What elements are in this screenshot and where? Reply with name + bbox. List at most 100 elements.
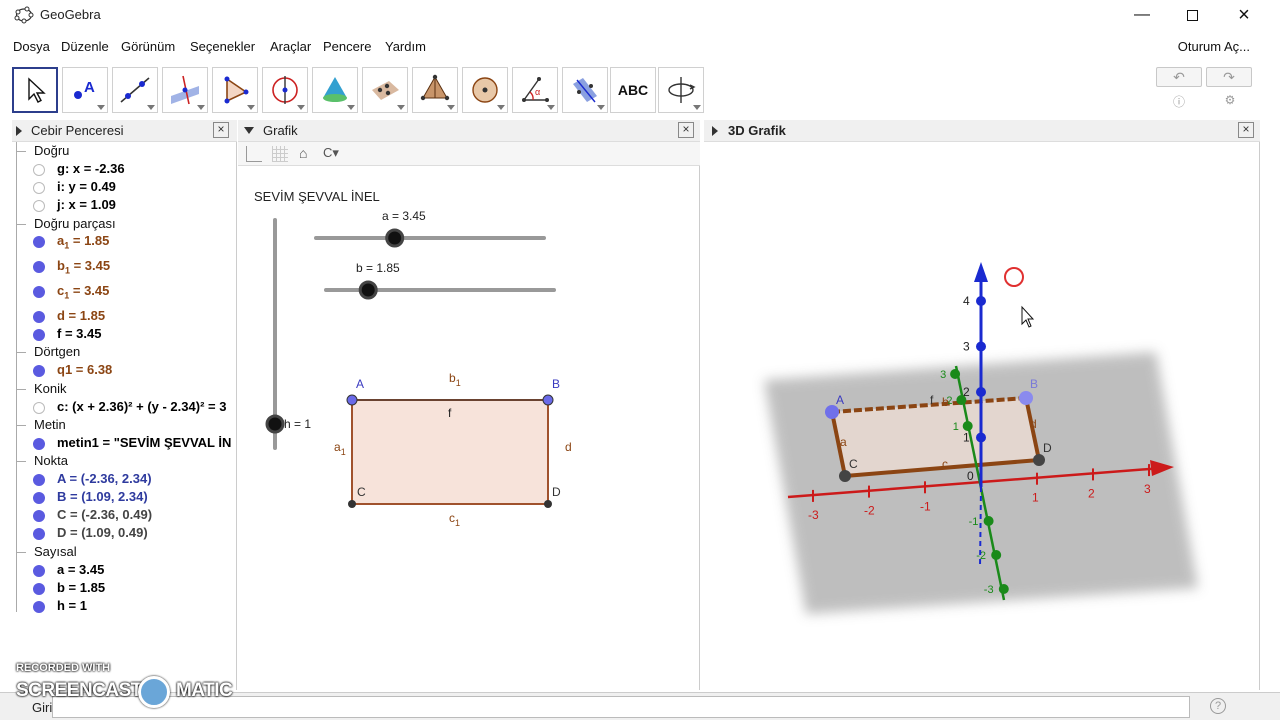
- collapse-arrow-icon[interactable]: [244, 127, 254, 135]
- minimize-button[interactable]: —: [1116, 0, 1168, 30]
- algebra-item[interactable]: g: x = -2.36: [12, 161, 236, 179]
- point-c-3d[interactable]: [839, 470, 851, 482]
- visibility-toggle-icon[interactable]: [33, 329, 45, 341]
- algebra-category[interactable]: Doğru parçası: [12, 216, 236, 234]
- visibility-toggle-icon[interactable]: [33, 200, 45, 212]
- visibility-toggle-icon[interactable]: [33, 583, 45, 595]
- visibility-toggle-icon[interactable]: [33, 365, 45, 377]
- redo-button[interactable]: ↷: [1206, 67, 1252, 87]
- menu-window[interactable]: Pencere: [323, 39, 371, 54]
- point-b-3d[interactable]: [1019, 391, 1033, 405]
- algebra-category[interactable]: Dörtgen: [12, 344, 236, 362]
- visibility-toggle-icon[interactable]: [33, 311, 45, 323]
- point-d[interactable]: [544, 500, 552, 508]
- algebra-item[interactable]: b1 = 3.45: [12, 258, 236, 276]
- visibility-toggle-icon[interactable]: [33, 236, 45, 248]
- line-tool-button[interactable]: [112, 67, 158, 113]
- algebra-item[interactable]: j: x = 1.09: [12, 197, 236, 215]
- algebra-item[interactable]: c: (x + 2.36)² + (y - 2.34)² = 3: [12, 399, 236, 417]
- visibility-toggle-icon[interactable]: [33, 286, 45, 298]
- grid-toggle-icon[interactable]: [272, 146, 288, 162]
- algebra-item[interactable]: i: y = 0.49: [12, 179, 236, 197]
- algebra-item[interactable]: a1 = 1.85: [12, 233, 236, 251]
- algebra-item[interactable]: D = (1.09, 0.49): [12, 525, 236, 543]
- cone-tool-button[interactable]: [312, 67, 358, 113]
- visibility-toggle-icon[interactable]: [33, 164, 45, 176]
- pyramid-tool-button[interactable]: [412, 67, 458, 113]
- point-b[interactable]: [542, 394, 554, 406]
- graphics3d-canvas[interactable]: -3 -2 -101 2 3 123-1-2-3 1234 A B C D a b c …: [704, 142, 1260, 690]
- algebra-category[interactable]: Konik: [12, 381, 236, 399]
- algebra-item[interactable]: C = (-2.36, 0.49): [12, 507, 236, 525]
- settings-button[interactable]: ⚙: [1222, 93, 1238, 109]
- visibility-toggle-icon[interactable]: [33, 528, 45, 540]
- visibility-toggle-icon[interactable]: [33, 565, 45, 577]
- visibility-toggle-icon[interactable]: [33, 182, 45, 194]
- algebra-category[interactable]: Sayısal: [12, 544, 236, 562]
- algebra-item[interactable]: c1 = 3.45: [12, 283, 236, 301]
- menu-options[interactable]: Seçenekler: [190, 39, 255, 54]
- close-graphics3d-button[interactable]: ×: [1238, 122, 1254, 138]
- slider-h-knob[interactable]: [265, 414, 285, 434]
- circle-tool-button[interactable]: [262, 67, 308, 113]
- slider-b-knob[interactable]: [358, 280, 378, 300]
- algebra-item[interactable]: d = 1.85: [12, 308, 236, 326]
- algebra-item[interactable]: f = 3.45: [12, 326, 236, 344]
- algebra-category[interactable]: Nokta: [12, 453, 236, 471]
- menu-view[interactable]: Görünüm: [121, 39, 175, 54]
- algebra-item[interactable]: A = (-2.36, 2.34): [12, 471, 236, 489]
- collapse-arrow-icon[interactable]: [15, 126, 23, 136]
- perpendicular-tool-button[interactable]: [162, 67, 208, 113]
- angle-tool-button[interactable]: α: [512, 67, 558, 113]
- view-menu-icon[interactable]: C▾: [323, 145, 339, 161]
- visibility-toggle-icon[interactable]: [33, 601, 45, 613]
- algebra-category[interactable]: Metin: [12, 417, 236, 435]
- text-tool-button[interactable]: ABC: [610, 67, 656, 113]
- point-a[interactable]: [346, 394, 358, 406]
- help-icon[interactable]: ?: [1210, 698, 1226, 714]
- maximize-button[interactable]: [1166, 0, 1218, 30]
- polygon-tool-button[interactable]: [212, 67, 258, 113]
- point-a-3d[interactable]: [825, 405, 839, 419]
- close-button[interactable]: ×: [1218, 0, 1270, 30]
- algebra-item[interactable]: B = (1.09, 2.34): [12, 489, 236, 507]
- visibility-toggle-icon[interactable]: [33, 438, 45, 450]
- close-graphics-button[interactable]: ×: [678, 122, 694, 138]
- move-tool-button[interactable]: [12, 67, 58, 113]
- reflect-tool-button[interactable]: [562, 67, 608, 113]
- graphics-canvas[interactable]: SEVİM ŞEVVAL İNEL a = 3.45 b = 1.85 h = …: [238, 166, 700, 690]
- collapse-arrow-icon[interactable]: [711, 126, 719, 136]
- undo-button[interactable]: ↶: [1156, 67, 1202, 87]
- menu-tools[interactable]: Araçlar: [270, 39, 311, 54]
- menu-edit[interactable]: Düzenle: [61, 39, 109, 54]
- menu-help[interactable]: Yardım: [385, 39, 426, 54]
- rotate-view-tool-button[interactable]: [658, 67, 704, 113]
- menu-file[interactable]: Dosya: [13, 39, 50, 54]
- algebra-item[interactable]: metin1 = "SEVİM ŞEVVAL İN: [12, 435, 236, 453]
- cursor-highlight-icon: [1004, 267, 1024, 287]
- algebra-item[interactable]: q1 = 6.38: [12, 362, 236, 380]
- close-algebra-button[interactable]: ×: [213, 122, 229, 138]
- sphere-tool-button[interactable]: [462, 67, 508, 113]
- algebra-category[interactable]: Doğru: [12, 143, 236, 161]
- algebra-item[interactable]: h = 1: [12, 598, 236, 616]
- help-button[interactable]: ⓘ: [1171, 93, 1187, 109]
- visibility-toggle-icon[interactable]: [33, 474, 45, 486]
- point-tool-button[interactable]: A: [62, 67, 108, 113]
- visibility-toggle-icon[interactable]: [33, 492, 45, 504]
- home-icon[interactable]: ⌂: [299, 145, 307, 161]
- visibility-toggle-icon[interactable]: [33, 510, 45, 522]
- sign-in-link[interactable]: Oturum Aç...: [1178, 39, 1250, 54]
- graphics-view[interactable]: ⌂ C▾ SEVİM ŞEVVAL İNEL a = 3.45 b = 1.85…: [238, 142, 700, 690]
- plane-tool-button[interactable]: [362, 67, 408, 113]
- slider-a-knob[interactable]: [385, 228, 405, 248]
- visibility-toggle-icon[interactable]: [33, 402, 45, 414]
- point-d-3d[interactable]: [1033, 454, 1045, 466]
- algebra-item[interactable]: b = 1.85: [12, 580, 236, 598]
- point-c[interactable]: [348, 500, 356, 508]
- algebra-item[interactable]: a = 3.45: [12, 562, 236, 580]
- axes-toggle-icon[interactable]: [246, 146, 262, 162]
- input-field[interactable]: [52, 696, 1190, 718]
- visibility-toggle-icon[interactable]: [33, 261, 45, 273]
- graphics3d-view[interactable]: -3 -2 -1 0 1 2 3 1 2 3 -1 -2 -3 1234 A B C D a b c …: [704, 142, 1260, 690]
